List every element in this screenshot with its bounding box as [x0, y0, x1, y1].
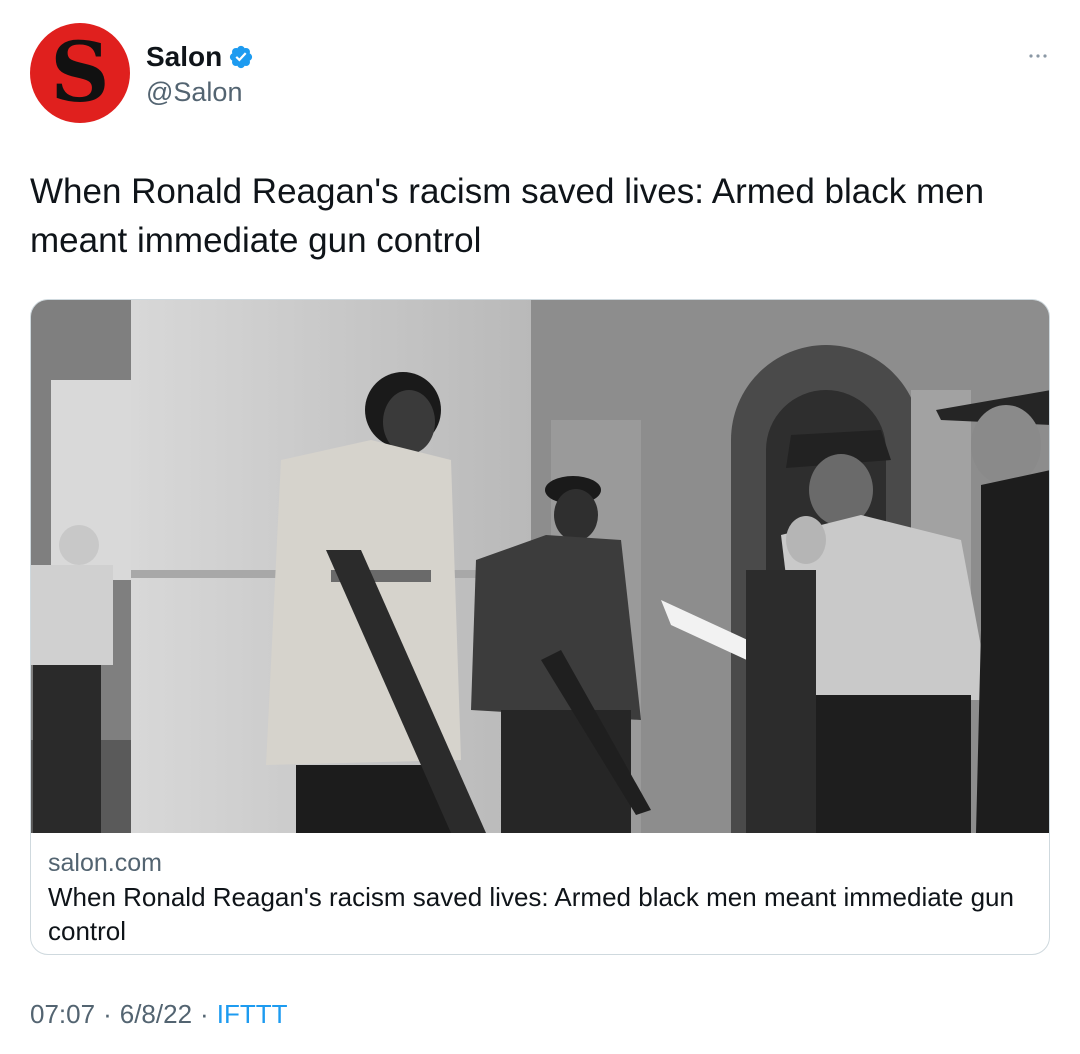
meta-separator: · [200, 999, 209, 1029]
avatar-logo-letter: S [50, 25, 110, 121]
card-domain: salon.com [48, 849, 162, 877]
author-name-row: Salon [146, 40, 254, 74]
more-options-icon[interactable] [1026, 44, 1050, 68]
tweet-date[interactable]: 6/8/22 [120, 997, 192, 1031]
verified-badge-icon [230, 45, 253, 69]
meta-separator: · [103, 999, 112, 1029]
author-handle[interactable]: @Salon [146, 76, 242, 108]
tweet-text: When Ronald Reagan's racism saved lives:… [30, 172, 985, 260]
tweet-source-link[interactable]: IFTTT [217, 997, 288, 1031]
avatar[interactable]: S [30, 23, 130, 123]
author-display-name[interactable]: Salon [146, 40, 222, 74]
tweet-meta: 07:07 · 6/8/22 · IFTTT [30, 997, 287, 1031]
card-photo [31, 300, 1049, 833]
tweet-time[interactable]: 07:07 [30, 997, 95, 1031]
link-card[interactable]: salon.com When Ronald Reagan's racism sa… [30, 299, 1050, 955]
card-title: When Ronald Reagan's racism saved lives:… [48, 882, 1014, 946]
